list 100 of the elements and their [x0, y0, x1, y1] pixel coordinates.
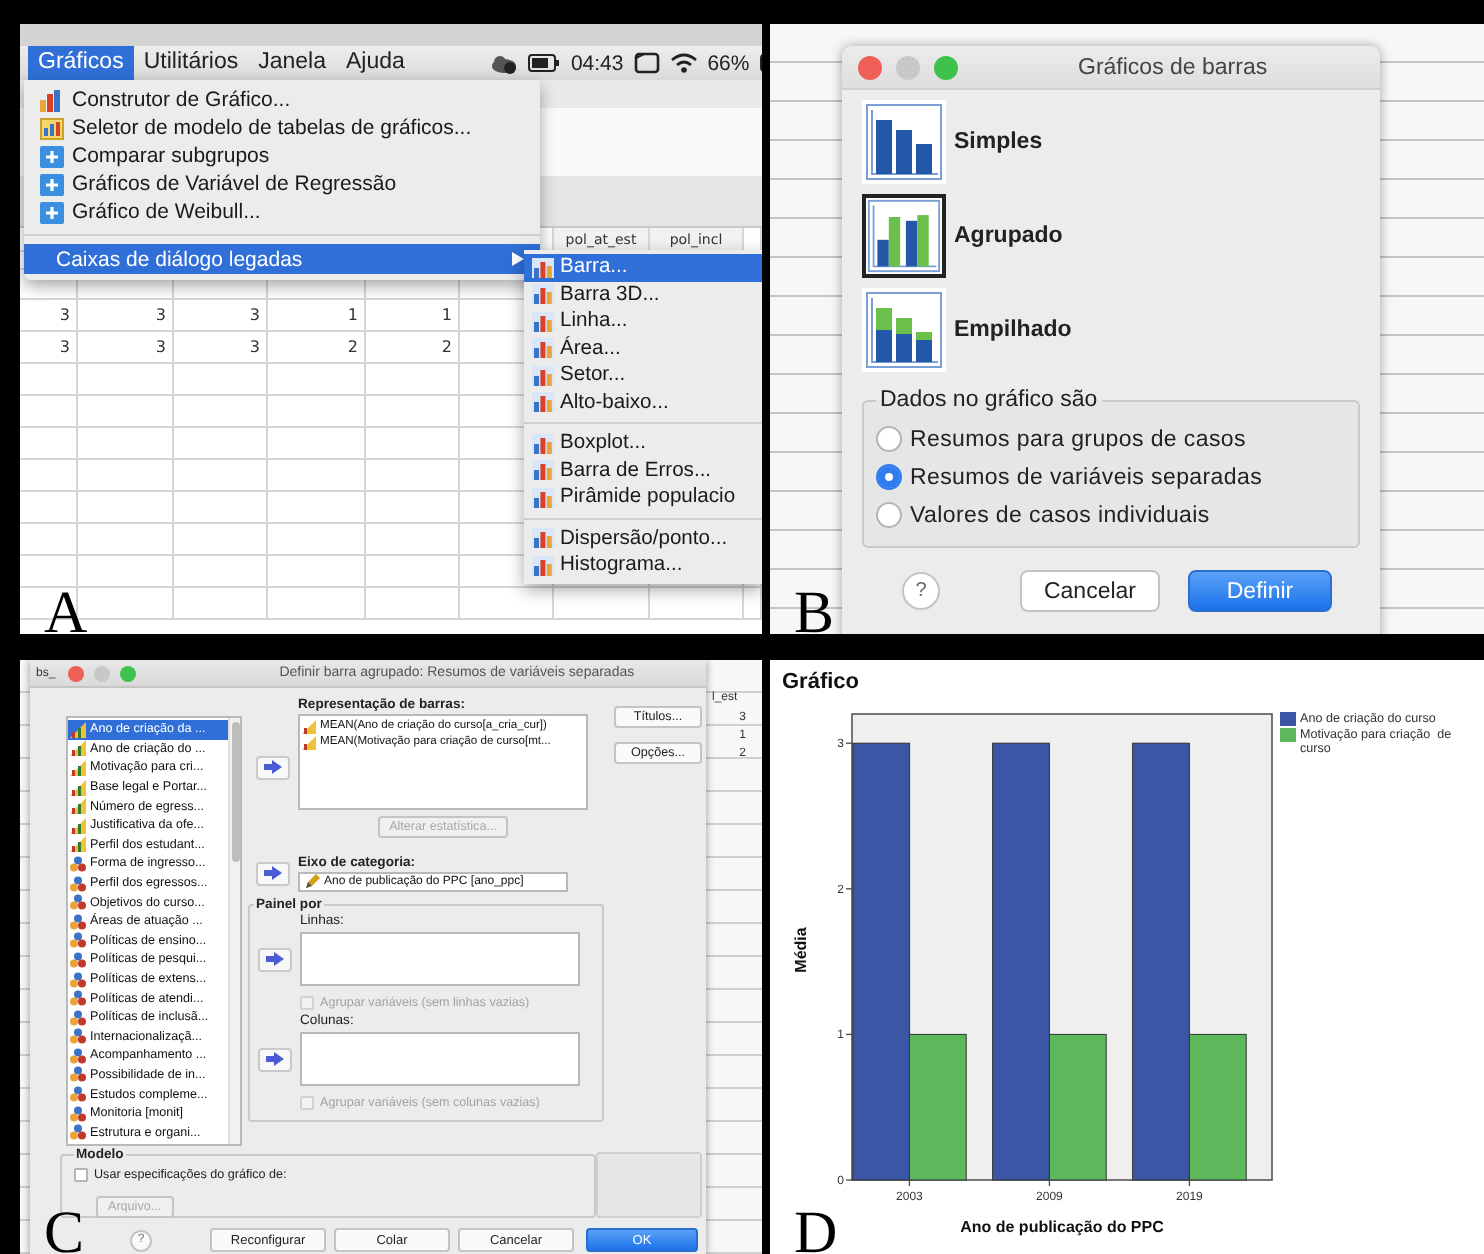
tablet-icon[interactable]: [633, 52, 660, 74]
menu-item[interactable]: Gráficos de Variável de Regressão: [24, 170, 540, 198]
menu-item[interactable]: Caixas de diálogo legadas: [24, 244, 540, 274]
menu-item[interactable]: Setor...: [524, 362, 762, 389]
move-button[interactable]: [256, 861, 291, 885]
menu-title[interactable]: Utilitários: [133, 46, 249, 80]
menu-item[interactable]: Barra...: [524, 254, 762, 281]
move-button[interactable]: [256, 755, 291, 779]
minimize-button[interactable]: [896, 55, 920, 79]
plus-icon: [40, 201, 64, 223]
variable-drop-field[interactable]: [300, 932, 581, 986]
axis-title: Ano de publicação do PPC: [960, 1218, 1164, 1236]
chart-icon: [532, 528, 554, 549]
battery-icon[interactable]: [528, 54, 561, 72]
chart-type-button[interactable]: [862, 288, 946, 372]
table-cell: 2: [366, 332, 460, 362]
bar-chart-icon: [40, 89, 64, 111]
chart-type-label: Simples: [954, 130, 1043, 154]
panel-label: C: [44, 1204, 85, 1254]
menu-item[interactable]: Pirâmide populacio: [524, 484, 762, 511]
table-cell: 2: [268, 332, 366, 362]
radio-button[interactable]: [876, 502, 902, 528]
panel-label: B: [794, 584, 835, 634]
radio-label: Valores de casos individuais: [910, 503, 1210, 527]
chart-icon: [532, 555, 554, 576]
three-circles-icon: [70, 855, 86, 872]
menu-title[interactable]: Janela: [248, 46, 337, 80]
move-button[interactable]: [258, 947, 293, 971]
table-cell: 3: [174, 332, 268, 362]
arrow-icon: [264, 866, 283, 880]
radio-label: Resumos para grupos de casos: [910, 427, 1246, 451]
move-button[interactable]: [258, 1047, 293, 1071]
table-cell: 3: [174, 300, 268, 330]
chart-type-label: Empilhado: [954, 318, 1072, 342]
close-button[interactable]: [858, 55, 882, 79]
menu-item[interactable]: Gráfico de Weibull...: [24, 198, 540, 226]
panel-label: A: [44, 584, 88, 634]
chart-icon: [532, 338, 554, 359]
clock-text[interactable]: 04:43: [570, 51, 624, 75]
arrow-icon: [264, 760, 283, 774]
zoom-button[interactable]: [119, 665, 136, 681]
menu-item[interactable]: Alto-baixo...: [524, 389, 762, 416]
pencil-icon: [304, 874, 321, 890]
menu-item[interactable]: Linha...: [524, 308, 762, 335]
chart-type-label: Agrupado: [954, 224, 1063, 248]
menu-item[interactable]: Dispersão/ponto...: [524, 525, 762, 552]
menu-item[interactable]: Construtor de Gráfico...: [24, 86, 540, 114]
axis-title: Média: [792, 927, 810, 973]
chart-icon: [532, 284, 554, 305]
menu-item[interactable]: Barra 3D...: [524, 281, 762, 308]
dialog-title: Gráficos de barras: [1078, 55, 1268, 79]
battery-percentage[interactable]: 66%: [707, 51, 750, 75]
table-cell: 3: [20, 300, 78, 330]
plus-icon: [40, 173, 64, 195]
zoom-button[interactable]: [934, 55, 958, 79]
chart-icon: [532, 311, 554, 332]
arrow-icon: [266, 952, 285, 966]
help-button[interactable]: ?: [902, 572, 940, 610]
menu-title[interactable]: Ajuda: [336, 46, 415, 80]
checkbox[interactable]: [74, 1167, 88, 1181]
chart-template-icon: [40, 117, 64, 139]
menu-item[interactable]: Seletor de modelo de tabelas de gráficos...: [24, 114, 540, 142]
panel-label: D: [794, 1204, 838, 1254]
menu-item[interactable]: Boxplot...: [524, 430, 762, 457]
cloud-icon[interactable]: [490, 53, 519, 73]
output-heading: Gráfico: [780, 668, 862, 698]
arrow-icon: [266, 1052, 285, 1066]
menu-item[interactable]: Histograma...: [524, 552, 762, 579]
radio-button[interactable]: [876, 464, 902, 490]
chart-icon: [532, 460, 554, 481]
group-title: Dados no gráfico são: [878, 388, 1100, 412]
wifi-icon[interactable]: [669, 52, 698, 74]
x-tick: [1188, 1179, 1191, 1187]
close-button[interactable]: [67, 665, 84, 681]
chart-icon: [532, 257, 554, 278]
radio-label: Resumos de variáveis separadas: [910, 465, 1263, 489]
chart-icon: [532, 433, 554, 454]
table-cell: 1: [268, 300, 366, 330]
table-cell: 3: [78, 332, 174, 362]
chart-icon: [532, 392, 554, 413]
scrollbar[interactable]: [228, 718, 241, 1144]
menu-title[interactable]: Gráficos: [28, 46, 134, 80]
chart-type-button[interactable]: [862, 100, 946, 184]
simple-bar-chart-icon: [864, 102, 944, 182]
plus-icon: [40, 145, 64, 167]
table-cell: 3: [78, 300, 174, 330]
chart-icon: [532, 365, 554, 386]
stacked-bar-chart-icon: [864, 290, 944, 370]
x-tick: [1048, 1179, 1051, 1187]
radio-button[interactable]: [876, 426, 902, 452]
dialog-button[interactable]: Cancelar: [1020, 570, 1160, 612]
submenu-arrow-icon: [512, 252, 524, 266]
menu-item[interactable]: Área...: [524, 335, 762, 362]
clustered-bar-chart-icon: [866, 196, 942, 276]
menu-item[interactable]: Comparar subgrupos: [24, 142, 540, 170]
x-tick: [908, 1179, 911, 1187]
chart-type-button[interactable]: [862, 194, 946, 278]
table-cell: 1: [366, 300, 460, 330]
variable-drop-field[interactable]: [300, 1032, 581, 1086]
menu-item[interactable]: Barra de Erros...: [524, 457, 762, 484]
